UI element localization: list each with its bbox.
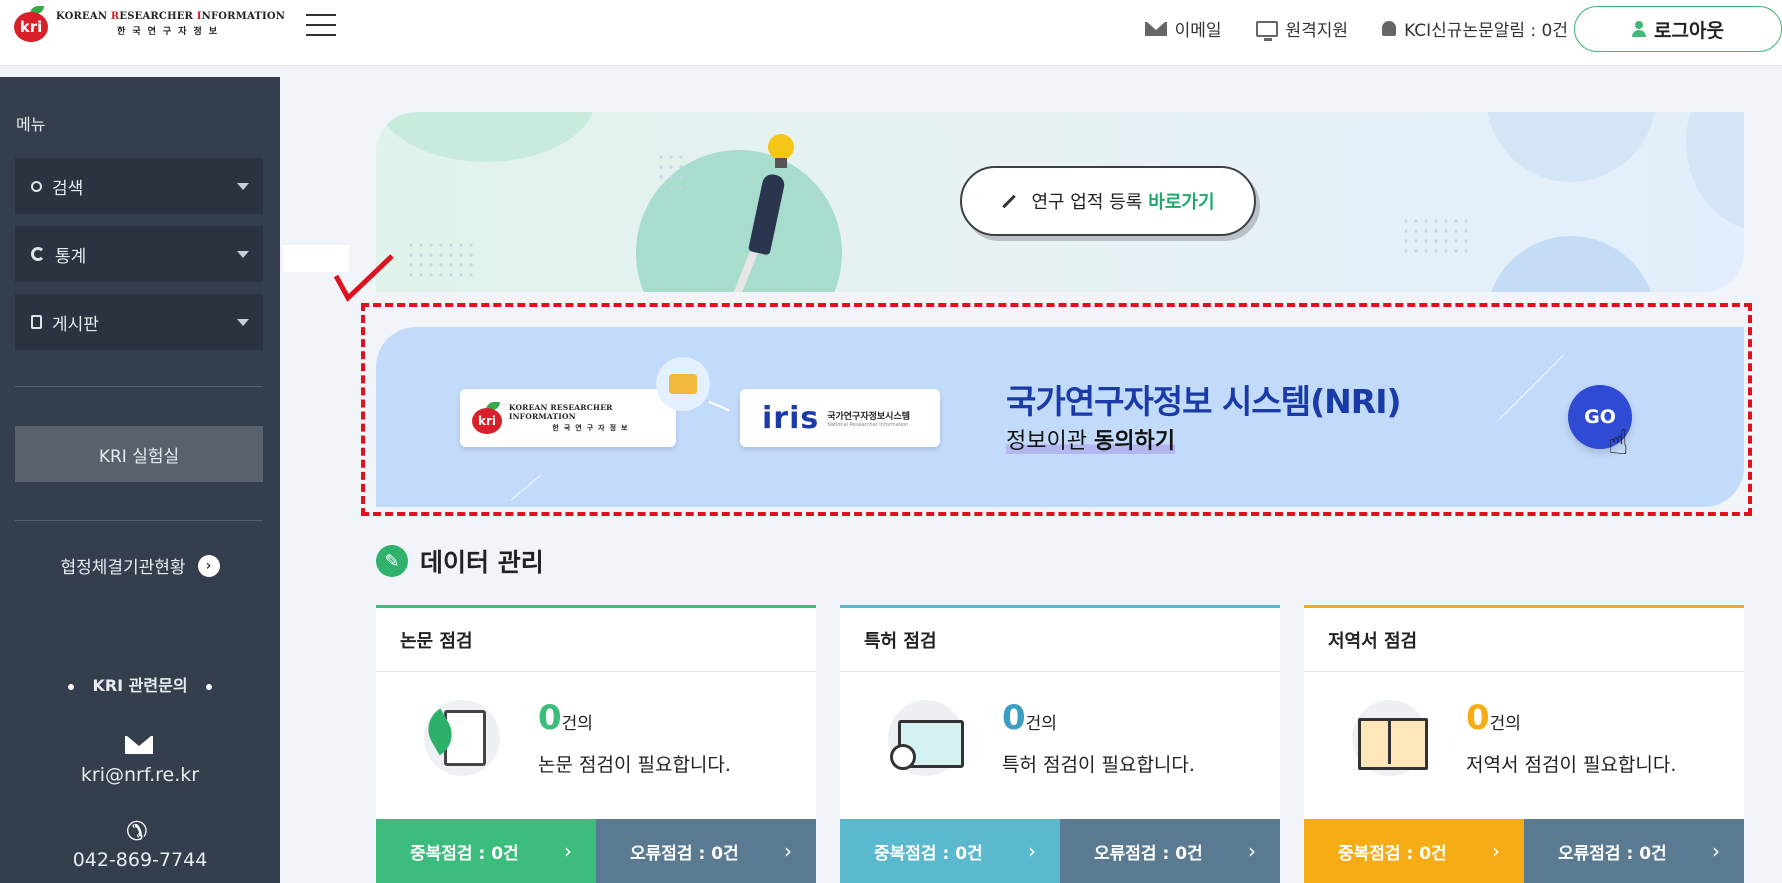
email-link[interactable]: 이메일	[1144, 16, 1222, 41]
chevron-down-icon	[237, 183, 249, 190]
duplicate-check-button[interactable]: 중복점검 : 0건 ›	[1304, 819, 1524, 883]
sidebar-item-board[interactable]: 게시판	[15, 294, 263, 350]
chevron-right-icon: ›	[564, 839, 572, 863]
remote-support-link[interactable]: 원격지원	[1255, 16, 1348, 41]
board-icon	[31, 315, 42, 329]
book-count: 0	[1466, 698, 1490, 738]
contact-email[interactable]: kri@nrf.re.kr	[0, 764, 280, 786]
kri-logo[interactable]: kri KOREAN RESEARCHER INFORMATION 한국연구자정…	[14, 6, 285, 42]
chart-icon	[31, 247, 45, 261]
data-management-heading: ✎ 데이터 관리	[376, 543, 544, 579]
contact-phone: 042-869-7744	[72, 849, 208, 871]
top-header: kri KOREAN RESEARCHER INFORMATION 한국연구자정…	[0, 0, 1782, 66]
chevron-right-icon: ›	[1492, 839, 1500, 863]
error-check-button[interactable]: 오류점검 : 0건 ›	[1060, 819, 1280, 883]
logo-english-text: KOREAN RESEARCHER INFORMATION	[56, 11, 286, 22]
card-title: 논문 점검	[376, 608, 816, 672]
chevron-right-icon: ›	[1248, 839, 1256, 863]
pencil-icon	[1002, 194, 1017, 208]
wrench-icon: ✎	[376, 545, 408, 577]
monitor-icon	[1255, 20, 1278, 41]
patent-count: 0	[1002, 698, 1026, 738]
chevron-right-icon: ›	[784, 839, 792, 863]
mail-icon	[125, 736, 153, 754]
card-description: 저역서 점검이 필요합니다.	[1466, 754, 1677, 776]
logo-korean-text: 한국연구자정보	[117, 27, 225, 37]
lightbulb-icon	[768, 134, 794, 160]
partner-institutions-link[interactable]: 협정체결기관현황 ›	[0, 553, 280, 578]
phone-icon: ✆	[126, 817, 148, 847]
sidebar-item-search[interactable]: 검색	[15, 158, 263, 214]
sidebar: 메뉴 검색 통계 게시판 KRI 실험실 협정체결기관현황 › KRI 관련문의…	[0, 77, 280, 883]
inquiry-heading: KRI 관련문의	[0, 672, 280, 696]
sidebar-item-statistics[interactable]: 통계	[15, 226, 263, 282]
kci-alert-link[interactable]: KCI신규논문알림 : 0건	[1382, 16, 1568, 41]
research-register-button[interactable]: 연구 업적 등록 바로가기	[960, 166, 1256, 236]
arrow-right-circle-icon: ›	[197, 554, 220, 577]
chevron-right-icon: ›	[1712, 839, 1720, 863]
book-check-card: 저역서 점검 0건의 저역서 점검이 필요합니다. 중복점검 : 0건 › 오류점…	[1304, 605, 1744, 883]
paper-check-card: 논문 점검 0건의 논문 점검이 필요합니다. 중복점검 : 0건 › 오류점검 …	[376, 605, 816, 883]
logout-button[interactable]: 로그아웃	[1574, 6, 1782, 52]
paper-count: 0	[538, 698, 562, 738]
card-title: 특허 점검	[840, 608, 1280, 672]
red-dashed-highlight	[361, 303, 1752, 516]
user-icon	[1632, 21, 1647, 37]
card-title: 저역서 점검	[1304, 608, 1744, 672]
hamburger-menu-icon[interactable]	[306, 14, 336, 36]
error-check-button[interactable]: 오류점검 : 0건 ›	[596, 819, 816, 883]
top-links: 이메일 원격지원 KCI신규논문알림 : 0건	[1144, 16, 1568, 41]
divider	[15, 520, 263, 521]
red-check-mark	[334, 254, 394, 303]
card-description: 논문 점검이 필요합니다.	[538, 754, 731, 776]
search-icon	[31, 180, 42, 192]
card-description: 특허 점검이 필요합니다.	[1002, 754, 1195, 776]
mail-icon	[1144, 21, 1167, 36]
menu-title: 메뉴	[16, 115, 46, 134]
duplicate-check-button[interactable]: 중복점검 : 0건 ›	[376, 819, 596, 883]
patent-check-card: 특허 점검 0건의 특허 점검이 필요합니다. 중복점검 : 0건 › 오류점검 …	[840, 605, 1280, 883]
open-book-icon	[1352, 700, 1428, 776]
chevron-right-icon: ›	[1028, 839, 1036, 863]
certificate-icon	[888, 700, 964, 776]
chevron-down-icon	[237, 251, 249, 258]
error-check-button[interactable]: 오류점검 : 0건 ›	[1524, 819, 1744, 883]
paper-quill-icon	[424, 700, 500, 776]
divider	[15, 386, 263, 387]
bell-icon	[1382, 21, 1397, 36]
apple-logo-icon: kri	[14, 6, 48, 42]
kri-lab-button[interactable]: KRI 실험실	[15, 426, 263, 482]
chevron-down-icon	[237, 319, 249, 326]
duplicate-check-button[interactable]: 중복점검 : 0건 ›	[840, 819, 1060, 883]
